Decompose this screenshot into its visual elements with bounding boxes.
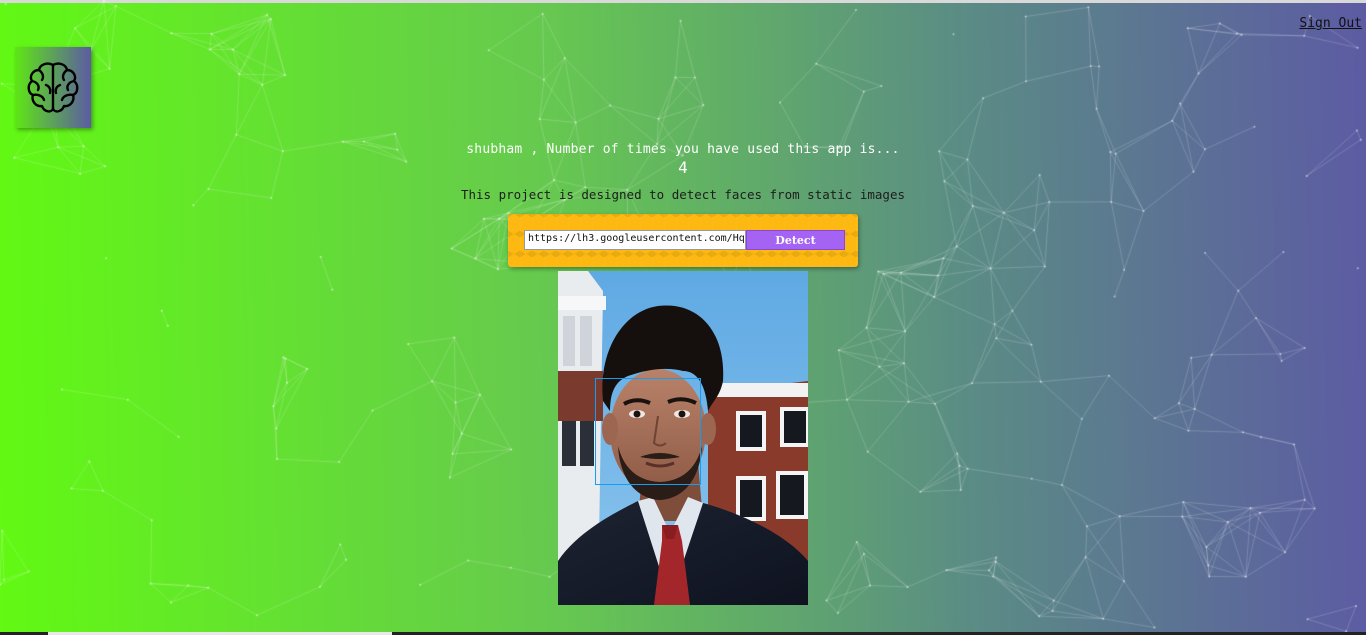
- detect-button[interactable]: Detect: [746, 230, 845, 250]
- sign-out-link[interactable]: Sign Out: [1299, 16, 1362, 31]
- brain-icon: [27, 61, 79, 113]
- logo: [15, 47, 91, 128]
- usage-greeting: shubham , Number of times you have used …: [466, 142, 900, 157]
- uploaded-image: [558, 271, 808, 605]
- face-bounding-box: [595, 378, 701, 485]
- usage-count: 4: [678, 158, 688, 177]
- image-url-input[interactable]: https://lh3.googleusercontent.com/Hq: [524, 230, 746, 250]
- detect-form: https://lh3.googleusercontent.com/Hq Det…: [508, 214, 858, 267]
- project-description: This project is designed to detect faces…: [460, 187, 905, 202]
